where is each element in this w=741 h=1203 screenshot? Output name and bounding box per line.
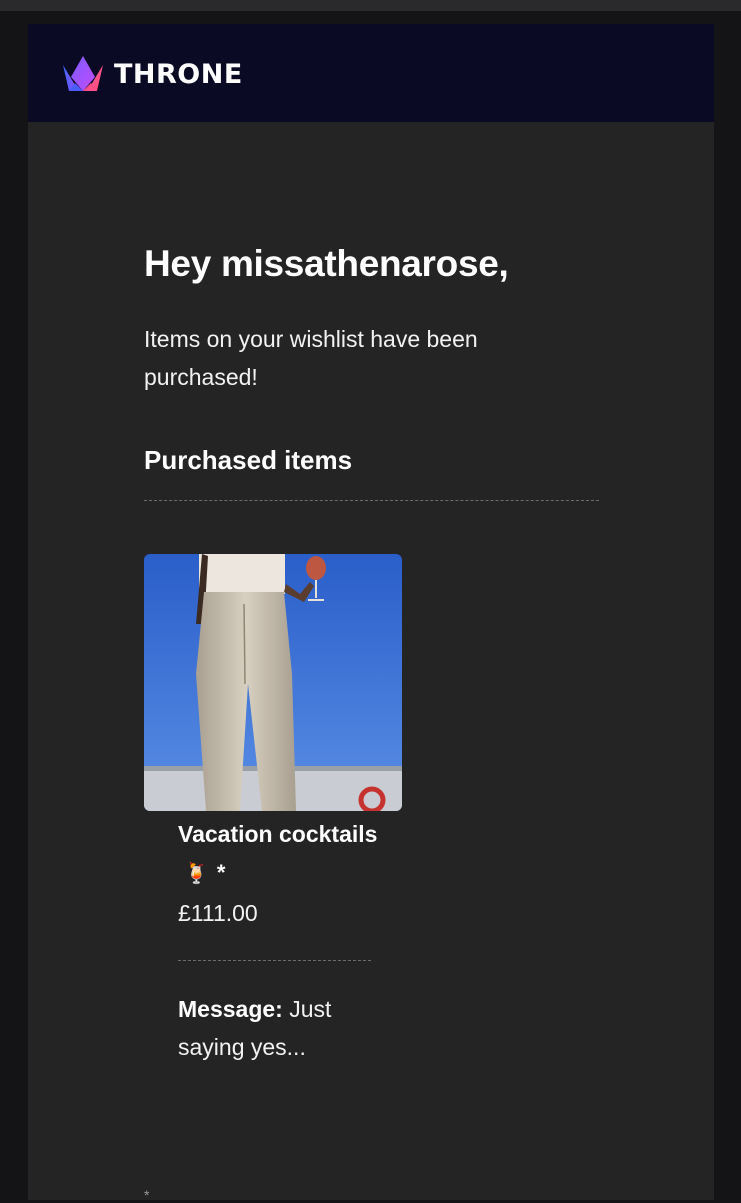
item-divider [178,960,371,961]
crown-icon [63,56,103,91]
section-title: Purchased items [144,445,353,475]
item-name[interactable]: Vacation cocktails 🍹 * [178,815,378,892]
email-header: THRONE [28,24,714,122]
cocktail-icon: 🍹 [184,861,209,885]
section-divider [144,500,599,501]
product-image[interactable] [144,554,402,811]
footer-mark: * [144,1187,150,1203]
throne-logo[interactable]: THRONE [61,55,243,93]
window-top-bar [0,0,741,11]
message-label: Message: [178,996,283,1022]
email-body: THRONE Hey missathenarose, Items on your… [28,24,714,1200]
item-message: Message: Just saying yes... [178,990,378,1066]
item-name-text: Vacation cocktails [178,821,378,847]
brand-name: THRONE [114,58,243,90]
item-price: £111.00 [178,900,258,926]
item-marker: * [216,860,226,885]
greeting-heading: Hey missathenarose, [144,243,509,284]
intro-text: Items on your wishlist have been purchas… [144,326,478,390]
